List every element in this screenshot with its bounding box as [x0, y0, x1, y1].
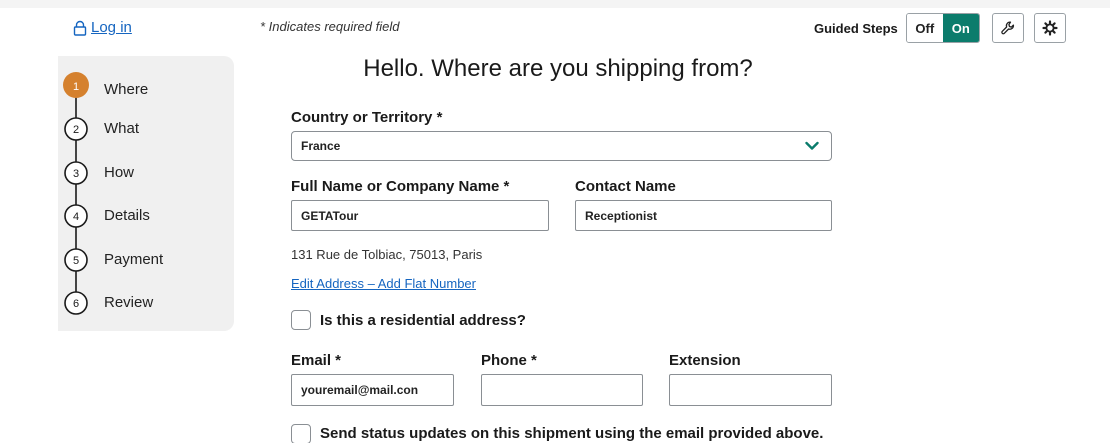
step-label-review[interactable]: Review: [104, 294, 153, 311]
phone-label: Phone *: [481, 352, 537, 369]
tools-button[interactable]: [991, 13, 1024, 43]
wrench-icon: [1001, 21, 1014, 35]
step-2-number: 2: [73, 124, 79, 136]
login-link[interactable]: Log in: [73, 19, 132, 36]
guided-steps-toggle[interactable]: Off On: [905, 13, 980, 43]
country-value: France: [301, 139, 341, 153]
phone-input[interactable]: [481, 374, 643, 406]
residential-label[interactable]: Is this a residential address?: [320, 312, 526, 329]
country-select[interactable]: France: [291, 131, 832, 161]
step-label-where[interactable]: Where: [104, 81, 148, 98]
email-value: youremail@mail.con: [301, 383, 419, 397]
step-label-payment[interactable]: Payment: [104, 251, 163, 268]
required-field-note: * Indicates required field: [260, 19, 400, 34]
email-label: Email *: [291, 352, 342, 369]
fullname-value: GETATour: [301, 208, 359, 223]
page-title: Hello. Where are you shipping from?: [363, 55, 753, 82]
top-divider: [0, 0, 1110, 8]
step-label-how[interactable]: How: [104, 164, 134, 181]
step-4-number: 4: [73, 211, 79, 223]
step-1-number: 1: [73, 81, 79, 93]
fullname-input[interactable]: GETATour: [291, 200, 549, 231]
toggle-on-button[interactable]: On: [942, 14, 979, 42]
step-6-number: 6: [73, 298, 79, 310]
status-updates-label[interactable]: Send status updates on this shipment usi…: [320, 425, 823, 442]
step-label-details[interactable]: Details: [104, 207, 150, 224]
fullname-label: Full Name or Company Name *: [291, 178, 510, 195]
step-3-number: 3: [73, 168, 79, 180]
settings-button[interactable]: [1033, 13, 1066, 43]
contact-name-value: Receptionist: [585, 208, 658, 223]
lock-icon: [73, 20, 87, 36]
residential-checkbox[interactable]: [291, 310, 311, 330]
chevron-down-icon: [805, 141, 819, 150]
gear-icon: [1042, 20, 1058, 36]
login-label[interactable]: Log in: [91, 19, 132, 36]
contact-name-label: Contact Name: [575, 178, 676, 195]
extension-input[interactable]: [669, 374, 832, 406]
extension-label: Extension: [669, 352, 741, 369]
step-5-number: 5: [73, 255, 79, 267]
edit-address-link[interactable]: Edit Address – Add Flat Number: [291, 276, 476, 291]
guided-steps-controls: Guided Steps Off On: [814, 13, 1066, 43]
guided-steps-label: Guided Steps: [814, 20, 898, 36]
toggle-off-button[interactable]: Off: [906, 14, 943, 42]
contact-name-input[interactable]: Receptionist: [575, 200, 832, 231]
address-text: 131 Rue de Tolbiac, 75013, Paris: [291, 247, 483, 262]
email-input[interactable]: youremail@mail.con: [291, 374, 454, 406]
step-label-what[interactable]: What: [104, 120, 139, 137]
progress-stepper: 1 2 3 4 5 6 Where What How Details Payme…: [58, 56, 234, 331]
status-updates-checkbox[interactable]: [291, 424, 311, 443]
country-label: Country or Territory *: [291, 109, 443, 126]
